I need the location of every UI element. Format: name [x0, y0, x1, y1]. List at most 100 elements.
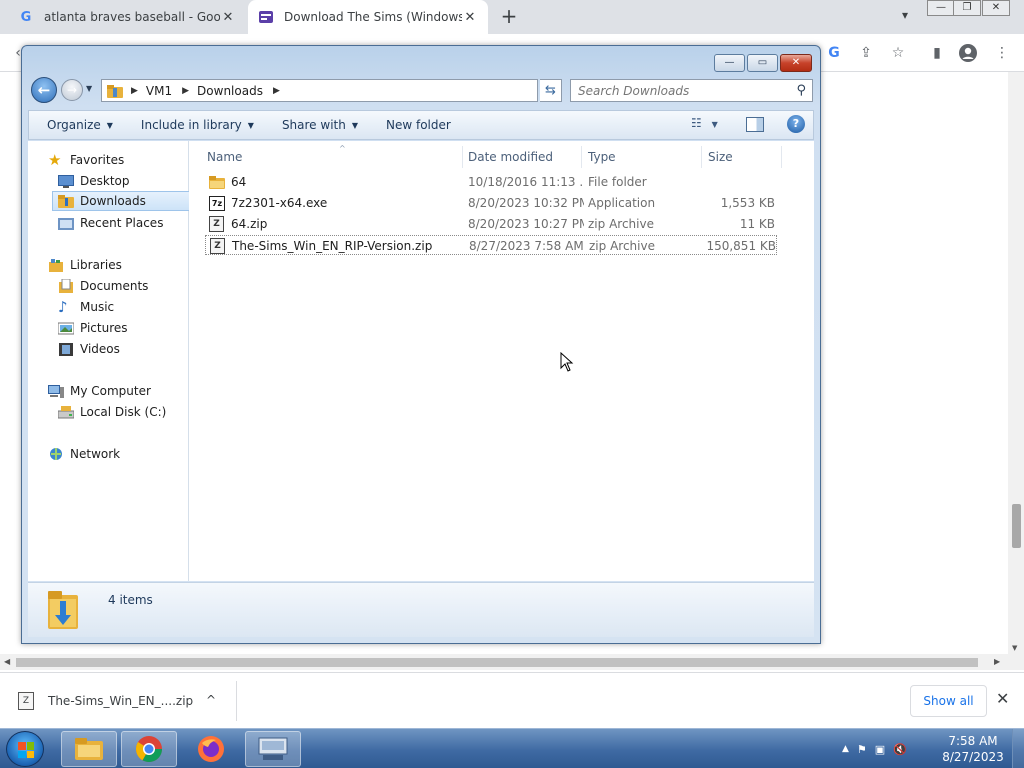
breadcrumb-vm1[interactable]: VM1 — [146, 84, 172, 98]
recent-pages-chevron-icon[interactable]: ▼ — [86, 84, 92, 93]
google-lens-icon[interactable]: G — [824, 43, 844, 63]
folder-icon — [107, 84, 123, 98]
kebab-menu-icon[interactable]: ⋮ — [992, 43, 1012, 63]
tab-atlanta-braves[interactable]: G atlanta braves baseball - Google ✕ — [8, 0, 246, 34]
tray-expand-icon[interactable]: ▲ — [842, 744, 849, 754]
nav-libraries[interactable]: Libraries — [48, 255, 122, 275]
vertical-scroll-thumb[interactable] — [1012, 504, 1021, 548]
nav-downloads[interactable]: Downloads — [52, 191, 208, 211]
download-item[interactable]: Z The-Sims_Win_EN_....zip — [18, 687, 193, 715]
browser-close-button[interactable]: ✕ — [982, 0, 1010, 16]
change-view-icon[interactable]: ☷ ▼ — [691, 116, 718, 130]
new-folder-button[interactable]: New folder — [368, 111, 461, 139]
column-header-size[interactable]: Size — [702, 146, 782, 168]
file-row[interactable]: 7z 7z2301-x64.exe 8/20/2023 10:32 PM App… — [205, 193, 777, 213]
nav-music[interactable]: ♪ Music — [58, 297, 114, 317]
nav-favorites[interactable]: ★ Favorites — [48, 150, 124, 170]
horizontal-scroll-thumb[interactable] — [16, 658, 978, 667]
nav-videos[interactable]: Videos — [58, 339, 120, 359]
preview-pane-icon[interactable] — [746, 117, 764, 132]
tab-search-icon[interactable]: ▾ — [896, 8, 914, 26]
forward-button[interactable]: → — [61, 79, 83, 101]
search-box[interactable]: ⚲ — [570, 79, 813, 102]
nav-my-computer[interactable]: My Computer — [48, 381, 151, 401]
windows-logo-icon — [18, 742, 34, 758]
dropdown-arrow-icon: ▼ — [247, 120, 254, 130]
volume-muted-icon[interactable]: 🔇 — [893, 743, 907, 756]
column-header-type[interactable]: Type — [582, 146, 702, 168]
system-clock[interactable]: 7:58 AM 8/27/2023 — [940, 733, 1006, 765]
show-all-button[interactable]: Show all — [910, 685, 987, 717]
zip-icon: Z — [210, 238, 225, 254]
search-icon[interactable]: ⚲ — [796, 83, 806, 98]
column-header-date-modified[interactable]: Date modified — [462, 146, 582, 168]
file-row[interactable]: Z The-Sims_Win_EN_RIP-Version.zip 8/27/2… — [205, 235, 777, 255]
tab-download-the-sims[interactable]: Download The Sims (Windows) - ✕ — [248, 0, 488, 34]
breadcrumb-downloads[interactable]: Downloads — [197, 84, 263, 98]
network-status-icon[interactable]: ▣ — [875, 743, 885, 756]
breadcrumb-chevron-icon[interactable]: ▶ — [273, 86, 280, 96]
include-in-library-button[interactable]: Include in library ▼ — [123, 111, 264, 139]
back-button[interactable]: ← — [31, 77, 57, 103]
nav-desktop[interactable]: Desktop — [58, 171, 130, 191]
downloads-folder-icon — [58, 194, 74, 208]
firefox-icon — [198, 736, 224, 762]
search-input[interactable] — [578, 83, 788, 98]
close-tab-icon[interactable]: ✕ — [462, 10, 478, 25]
taskbar-firefox-button[interactable] — [183, 731, 239, 767]
help-icon[interactable]: ? — [787, 115, 805, 133]
7zip-icon: 7z — [209, 195, 225, 211]
file-name: 64.zip — [231, 217, 268, 231]
nav-pictures[interactable]: Pictures — [58, 318, 128, 338]
sort-ascending-icon: ^ — [339, 144, 346, 153]
taskbar-onscreen-keyboard-button[interactable] — [245, 731, 301, 767]
file-name: The-Sims_Win_EN_RIP-Version.zip — [232, 239, 433, 253]
share-with-button[interactable]: Share with ▼ — [264, 111, 368, 139]
column-header-name[interactable]: Name ^ — [201, 144, 463, 168]
file-type: zip Archive — [589, 239, 655, 253]
address-bar[interactable]: ▶ VM1 ▶ Downloads ▶ ▼ — [101, 79, 613, 102]
breadcrumb-chevron-icon[interactable]: ▶ — [131, 86, 138, 96]
chevron-up-icon[interactable]: ^ — [206, 693, 216, 707]
bookmark-star-icon[interactable]: ☆ — [888, 43, 908, 63]
file-row[interactable]: 64 10/18/2016 11:13 ... File folder — [205, 172, 777, 192]
new-tab-button[interactable]: + — [498, 6, 520, 28]
minimize-button[interactable]: — — [714, 54, 745, 72]
downloads-folder-icon — [48, 591, 78, 629]
close-button[interactable]: ✕ — [780, 54, 812, 72]
browser-minimize-button[interactable]: — — [927, 0, 955, 16]
breadcrumb-chevron-icon[interactable]: ▶ — [182, 86, 189, 96]
nav-local-disk[interactable]: Local Disk (C:) — [58, 402, 166, 422]
action-center-flag-icon[interactable]: ⚑ — [857, 743, 867, 756]
refresh-button[interactable]: ⇆ — [540, 79, 562, 102]
maximize-button[interactable]: ▭ — [747, 54, 778, 72]
organize-button[interactable]: Organize ▼ — [29, 111, 123, 139]
taskbar-explorer-button[interactable] — [61, 731, 117, 767]
vertical-scrollbar[interactable]: ▼ — [1008, 72, 1024, 654]
show-desktop-button[interactable] — [1012, 729, 1024, 768]
close-tab-icon[interactable]: ✕ — [220, 10, 236, 25]
file-row[interactable]: Z 64.zip 8/20/2023 10:27 PM zip Archive … — [205, 214, 777, 234]
close-shelf-icon[interactable]: ✕ — [996, 689, 1009, 708]
taskbar-chrome-button[interactable] — [121, 731, 177, 767]
file-date: 8/20/2023 10:27 PM — [468, 217, 584, 231]
browser-restore-button[interactable]: ❐ — [953, 0, 981, 16]
download-filename: The-Sims_Win_EN_....zip — [48, 694, 194, 708]
scroll-left-icon[interactable]: ◀ — [4, 657, 10, 666]
share-icon[interactable]: ⇪ — [856, 43, 876, 63]
dropdown-arrow-icon: ▼ — [106, 120, 113, 130]
scroll-right-icon[interactable]: ▶ — [994, 657, 1000, 666]
profile-avatar-icon[interactable] — [958, 43, 978, 63]
horizontal-scrollbar[interactable]: ◀ ▶ — [0, 654, 1024, 670]
folder-icon — [209, 175, 225, 189]
nav-documents[interactable]: Documents — [58, 276, 148, 296]
side-panel-icon[interactable]: ▮ — [927, 43, 947, 63]
file-size: 150,851 KB — [706, 239, 776, 253]
network-icon — [50, 447, 62, 460]
clock-date: 8/27/2023 — [942, 750, 1004, 764]
nav-network[interactable]: Network — [48, 444, 120, 464]
start-button[interactable] — [6, 731, 44, 767]
tab-title: atlanta braves baseball - Google — [44, 10, 220, 24]
scroll-down-icon[interactable]: ▼ — [1012, 644, 1017, 652]
nav-recent-places[interactable]: Recent Places — [58, 213, 163, 233]
